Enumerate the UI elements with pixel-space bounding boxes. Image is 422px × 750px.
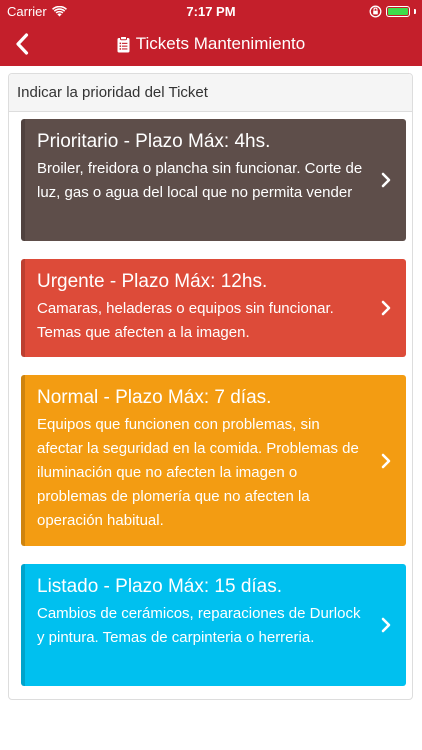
chevron-right-icon <box>381 617 391 633</box>
wifi-icon <box>51 5 67 16</box>
status-bar: Carrier 7:17 PM <box>0 0 422 22</box>
nav-bar: Tickets Mantenimiento <box>0 22 422 66</box>
priority-card-urgente[interactable]: Urgente - Plazo Máx: 12hs. Camaras, hela… <box>21 259 406 357</box>
chevron-right-icon <box>381 300 391 316</box>
priority-title: Normal - Plazo Máx: 7 días. <box>37 387 272 408</box>
clipboard-icon <box>117 35 130 52</box>
priority-description: Equipos que funcionen con problemas, sin… <box>37 416 359 529</box>
chevron-left-icon <box>16 33 29 55</box>
priority-card-normal[interactable]: Normal - Plazo Máx: 7 días. Equipos que … <box>21 375 406 546</box>
chevron-right-icon <box>381 172 391 188</box>
battery-icon <box>386 5 410 17</box>
status-right <box>369 5 416 18</box>
priority-title: Urgente - Plazo Máx: 12hs. <box>37 271 268 292</box>
priority-title: Listado - Plazo Máx: 15 días. <box>37 576 283 597</box>
status-left: Carrier <box>7 4 67 19</box>
panel-heading: Indicar la prioridad del Ticket <box>9 74 412 112</box>
back-button[interactable] <box>6 28 38 60</box>
priority-card-prioritario[interactable]: Prioritario - Plazo Máx: 4hs. Broiler, f… <box>21 119 406 241</box>
priority-description: Camaras, heladeras o equipos sin funcion… <box>37 300 334 341</box>
nav-title-text: Tickets Mantenimiento <box>135 34 306 53</box>
chevron-right-icon <box>381 453 391 468</box>
page-title: Tickets Mantenimiento <box>117 34 305 54</box>
battery-tip <box>414 8 416 14</box>
orientation-lock-icon <box>369 5 382 17</box>
priority-title: Prioritario - Plazo Máx: 4hs. <box>37 131 271 152</box>
battery-level <box>388 7 408 15</box>
priority-card-listado[interactable]: Listado - Plazo Máx: 15 días. Cambios de… <box>21 564 406 686</box>
carrier-label: Carrier <box>7 3 47 19</box>
priority-panel: Indicar la prioridad del Ticket Priorita… <box>8 73 413 700</box>
priority-description: Broiler, freidora o plancha sin funciona… <box>37 160 363 201</box>
app-screen: Carrier 7:17 PM Tickets Mantenimiento In… <box>0 0 422 750</box>
priority-description: Cambios de cerámicos, reparaciones de Du… <box>37 605 361 646</box>
